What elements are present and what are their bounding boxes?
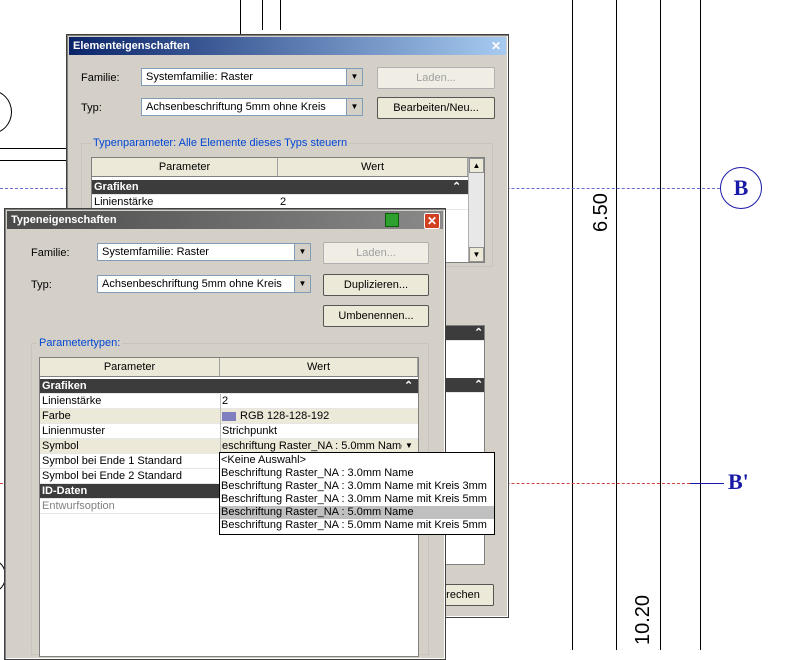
symbol-dropdown-list[interactable]: <Keine Auswahl> Beschriftung Raster_NA : … [219,452,495,535]
parameter-value[interactable]: 2 [222,394,228,409]
window-icon[interactable] [385,213,399,227]
type-properties-dialog: Typeneigenschaften ✕ Familie: Systemfami… [4,208,446,660]
door-arc [0,90,12,134]
typ-combo[interactable]: Achsenbeschriftung 5mm ohne Kreis ▼ [97,275,311,293]
wall-line [280,0,281,30]
collapse-icon[interactable]: ⌃ [404,379,413,394]
table-header: Parameter Wert [40,358,418,377]
typ-label: Typ: [81,102,102,114]
dropdown-option[interactable]: <Keine Auswahl> [220,454,494,467]
umbenennen-button[interactable]: Umbenennen... [323,305,429,327]
parameter-name: Linienstärke [42,395,102,407]
bearbeiten-neu-button[interactable]: Bearbeiten/Neu... [377,97,495,119]
wall-line [262,0,263,30]
parameter-name: Entwurfsoption [42,500,115,512]
collapse-icon[interactable]: ⌃ [452,180,461,195]
chevron-down-icon[interactable]: ▼ [346,69,362,85]
color-swatch [222,411,236,421]
group-row[interactable]: Grafiken ⌃ [40,379,418,394]
familie-label: Familie: [31,247,70,259]
parameter-name: Farbe [42,410,71,422]
grid-label-b-prime[interactable]: B' [728,469,749,495]
parametertypen-title: Parametertypen: [37,337,123,349]
col-parameter[interactable]: Parameter [92,158,278,176]
collapse-icon[interactable]: ⌃ [474,378,483,393]
parameter-value[interactable]: RGB 128-128-192 [222,409,329,424]
familie-value: Systemfamilie: Raster [102,246,209,258]
familie-combo[interactable]: Systemfamilie: Raster ▼ [97,243,311,261]
table-row[interactable]: Linienmuster Strichpunkt [40,424,418,439]
group-row[interactable]: ⌃ [440,378,484,393]
familie-label: Familie: [81,72,120,84]
grid-line-vertical [700,0,701,650]
table-row[interactable]: Linienstärke 2 [40,394,418,409]
table-row[interactable]: Farbe RGB 128-128-192 [40,409,418,424]
wall-line [0,160,70,161]
chevron-down-icon[interactable]: ▼ [402,439,416,453]
parameter-name: Linienmuster [42,425,105,437]
typ-combo[interactable]: Achsenbeschriftung 5mm ohne Kreis ▼ [141,98,363,116]
type-properties-titlebar[interactable]: Typeneigenschaften ✕ [7,211,443,229]
wall-line [0,148,70,149]
table-header: Parameter Wert [92,158,484,177]
col-wert[interactable]: Wert [220,358,418,376]
dropdown-option[interactable]: Beschriftung Raster_NA : 3.0mm Name [220,467,494,480]
dropdown-option[interactable]: Beschriftung Raster_NA : 5.0mm Name [220,506,494,519]
parameter-name: Symbol bei Ende 1 Standard [42,455,183,467]
column-divider [220,409,221,424]
scroll-down-icon[interactable]: ▼ [469,247,484,262]
familie-combo[interactable]: Systemfamilie: Raster ▼ [141,68,363,86]
dimension-10-20: 10.20 [632,594,654,645]
table-scrollbar[interactable]: ▲ ▼ [468,158,484,262]
grid-line-vertical [660,0,661,650]
dropdown-option[interactable]: Beschriftung Raster_NA : 5.0mm Name mit … [220,519,494,532]
parameter-name: Grafiken [42,380,87,392]
grid-bubble-b[interactable]: B [720,167,762,209]
chevron-down-icon[interactable]: ▼ [346,99,362,115]
dropdown-option[interactable]: Beschriftung Raster_NA : 3.0mm Name mit … [220,493,494,506]
parameter-value[interactable]: Strichpunkt [222,424,277,439]
parameter-name: Symbol [42,440,79,452]
familie-value: Systemfamilie: Raster [146,71,253,83]
close-icon[interactable]: ✕ [424,213,440,229]
scroll-up-icon[interactable]: ▲ [469,158,484,173]
typenparameter-title: Typenparameter: Alle Elemente dieses Typ… [91,137,350,149]
grid-axis-b-prime-end [690,483,724,484]
typ-value: Achsenbeschriftung 5mm ohne Kreis [102,278,282,290]
dropdown-option[interactable]: Beschriftung Raster_NA : 3.0mm Name mit … [220,480,494,493]
element-properties-titlebar[interactable]: Elementeigenschaften ✕ [69,37,506,55]
dialog-title: Elementeigenschaften [73,40,190,52]
parameter-name: Symbol bei Ende 2 Standard [42,470,183,482]
laden-button[interactable]: Laden... [377,67,495,89]
grid-line-vertical [572,0,573,650]
dialog-title: Typeneigenschaften [11,214,117,226]
parameter-name: ID-Daten [42,485,88,497]
duplizieren-button[interactable]: Duplizieren... [323,274,429,296]
laden-button[interactable]: Laden... [323,242,429,264]
column-divider [220,394,221,409]
group-row-grafiken[interactable]: Grafiken ⌃ [92,180,468,195]
group-row[interactable]: ⌃ [440,326,484,341]
column-divider [220,424,221,439]
col-wert[interactable]: Wert [278,158,468,176]
close-icon[interactable]: ✕ [489,39,503,53]
grid-line-vertical [616,0,617,650]
typ-value: Achsenbeschriftung 5mm ohne Kreis [146,101,326,113]
col-parameter[interactable]: Parameter [40,358,220,376]
chevron-down-icon[interactable]: ▼ [294,244,310,260]
chevron-down-icon[interactable]: ▼ [294,276,310,292]
dimension-6-50: 6.50 [590,193,612,232]
collapse-icon[interactable]: ⌃ [474,326,483,341]
typ-label: Typ: [31,279,52,291]
